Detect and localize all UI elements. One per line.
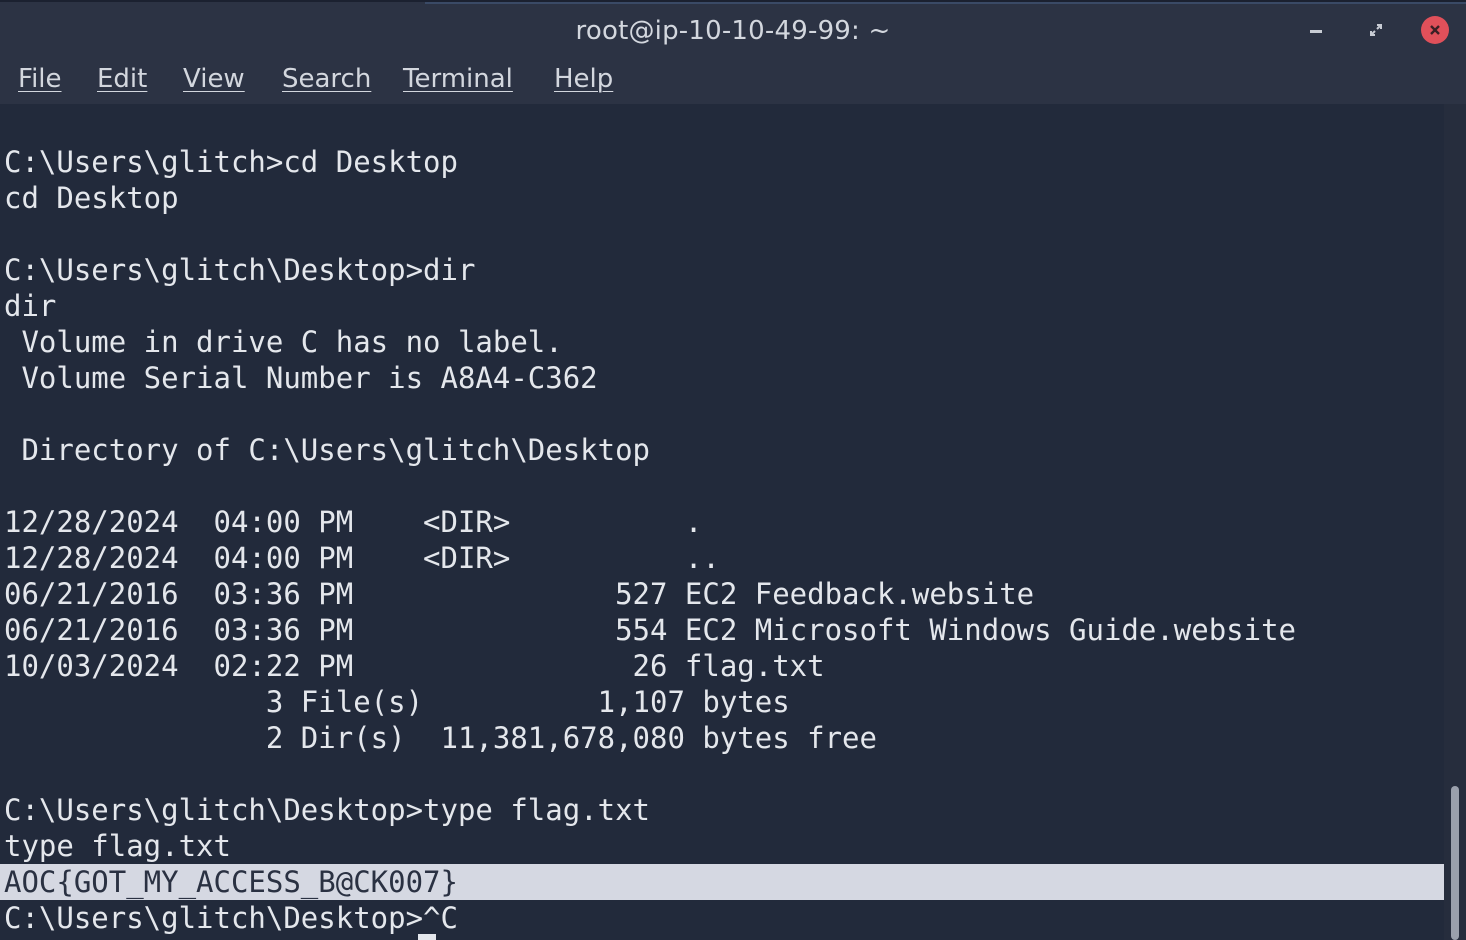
terminal-line: C:\Users\glitch\Desktop>dir [4, 253, 476, 287]
menu-edit[interactable]: Edit [97, 64, 147, 94]
menu-view[interactable]: View [183, 64, 245, 94]
minimize-icon [1310, 29, 1322, 33]
terminal-line: C:\Users\glitch>cd Desktop [4, 145, 458, 179]
terminal-line: 10/03/2024 02:22 PM 26 flag.txt [4, 649, 825, 683]
menu-terminal[interactable]: Terminal [403, 64, 513, 94]
terminal-line: Volume Serial Number is A8A4-C362 [4, 361, 598, 395]
titlebar-accent [425, 2, 1466, 4]
minimize-button[interactable] [1302, 16, 1330, 44]
terminal-line: 12/28/2024 04:00 PM <DIR> .. [4, 541, 720, 575]
terminal-line: C:\Users\glitch\Desktop>type flag.txt [4, 793, 651, 827]
title-bar[interactable]: root@ip-10-10-49-99: ~ [0, 0, 1466, 62]
terminal-window: root@ip-10-10-49-99: ~ File Edit View Se… [0, 0, 1466, 940]
terminal-line: dir [4, 289, 57, 323]
terminal-line: 2 Dir(s) 11,381,678,080 bytes free [4, 721, 877, 755]
terminal-line: Volume in drive C has no label. [4, 325, 563, 359]
selected-flag-line[interactable]: AOC{GOT_MY_ACCESS_B@CK007} [0, 864, 1444, 900]
terminal-output[interactable]: C:\Users\glitch>cd Desktop cd Desktop C:… [0, 104, 1444, 940]
terminal-line: 06/21/2016 03:36 PM 527 EC2 Feedback.web… [4, 577, 1035, 611]
menu-bar: File Edit View Search Terminal Help [0, 60, 1466, 104]
window-title: root@ip-10-10-49-99: ~ [575, 16, 891, 46]
vertical-scrollbar[interactable] [1444, 104, 1466, 940]
terminal-line: 12/28/2024 04:00 PM <DIR> . [4, 505, 703, 539]
text-cursor [418, 934, 436, 940]
restore-icon [1370, 24, 1382, 36]
menu-search[interactable]: Search [282, 64, 371, 94]
terminal-line: 3 File(s) 1,107 bytes [4, 685, 790, 719]
menu-file[interactable]: File [18, 64, 62, 94]
scrollbar-thumb[interactable] [1451, 786, 1459, 940]
close-button[interactable] [1421, 16, 1449, 44]
terminal-line: 06/21/2016 03:36 PM 554 EC2 Microsoft Wi… [4, 613, 1297, 647]
terminal-line: type flag.txt [4, 829, 231, 863]
close-icon [1421, 16, 1449, 44]
terminal-prompt-line: C:\Users\glitch\Desktop>^C [4, 901, 458, 935]
terminal-line: Directory of C:\Users\glitch\Desktop [4, 433, 651, 467]
menu-help[interactable]: Help [554, 64, 613, 94]
maximize-button[interactable] [1362, 16, 1390, 44]
terminal-line: cd Desktop [4, 181, 179, 215]
